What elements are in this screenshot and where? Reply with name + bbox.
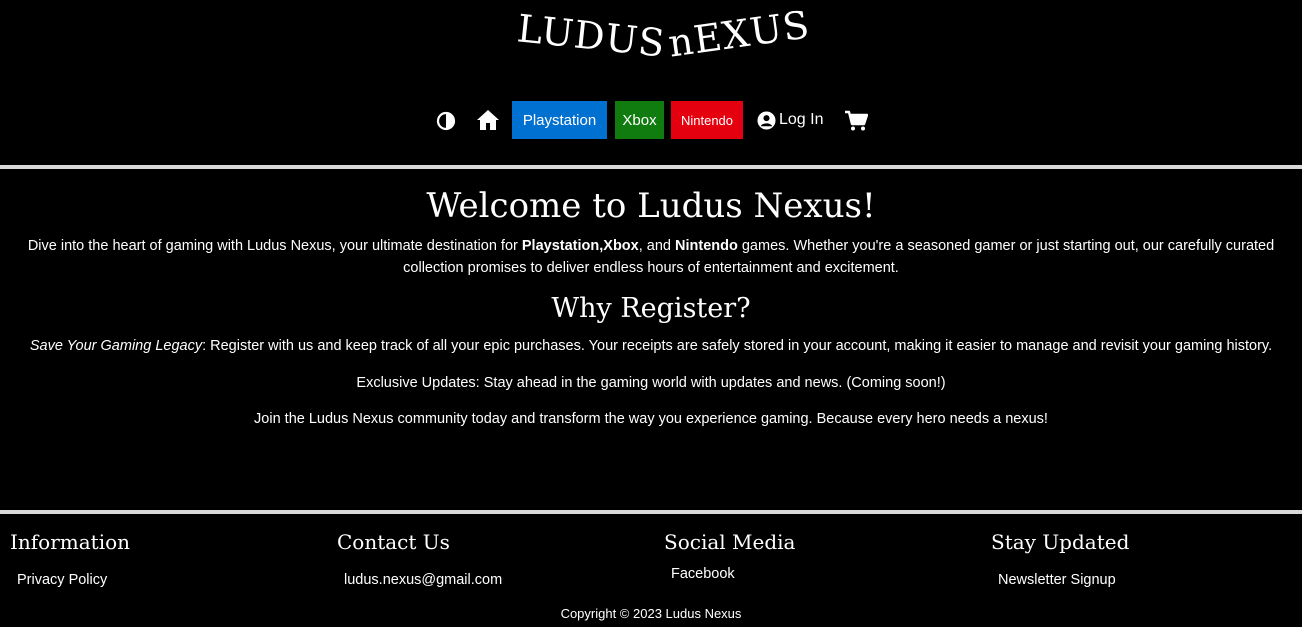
legacy-emphasis: Save Your Gaming Legacy xyxy=(29,338,203,354)
facebook-link[interactable]: Facebook xyxy=(671,564,795,584)
community-paragraph: Join the Ludus Nexus community today and… xyxy=(254,411,1048,427)
logo-word-ludus: LUDUS xyxy=(515,6,668,66)
login-label: Log In xyxy=(779,111,824,128)
contrast-toggle-icon[interactable] xyxy=(436,111,456,131)
information-heading: Information xyxy=(10,530,131,554)
home-icon[interactable] xyxy=(476,109,500,131)
nintendo-button[interactable]: Nintendo xyxy=(671,101,743,139)
updates-paragraph: Exclusive Updates: Stay ahead in the gam… xyxy=(356,375,946,391)
intro-playstation: Playstation xyxy=(521,238,600,254)
social-heading: Social Media xyxy=(664,530,796,554)
cart-icon[interactable] xyxy=(844,110,868,132)
intro-and: , and xyxy=(638,238,676,254)
intro-paragraph: Dive into the heart of gaming with Ludus… xyxy=(6,235,1296,279)
xbox-button[interactable]: Xbox xyxy=(615,101,664,139)
intro-nintendo: Nintendo xyxy=(675,238,738,254)
intro-xbox: Xbox xyxy=(603,238,639,254)
main-nav: Playstation Xbox Nintendo Log In xyxy=(0,101,1302,141)
footer-updates: Stay Updated Newsletter Signup xyxy=(991,528,1129,590)
newsletter-link[interactable]: Newsletter Signup xyxy=(998,570,1129,590)
footer-social: Social Media Facebook xyxy=(664,528,795,584)
logo-word-nexus: nEXUS xyxy=(665,2,813,66)
playstation-button[interactable]: Playstation xyxy=(512,101,607,139)
email-link[interactable]: ludus.nexus@gmail.com xyxy=(344,570,502,590)
page: LUDUS nEXUS Playstation Xbox Nintendo Lo… xyxy=(0,0,1302,627)
why-register-heading: Why Register? xyxy=(551,293,751,324)
copyright-text: Copyright © 2023 Ludus Nexus xyxy=(560,606,742,621)
page-title: Welcome to Ludus Nexus! xyxy=(426,186,876,226)
user-circle-icon xyxy=(757,110,776,130)
legacy-paragraph: Save Your Gaming Legacy: Register with u… xyxy=(0,335,1302,357)
footer-contact: Contact Us ludus.nexus@gmail.com xyxy=(337,528,502,590)
contact-heading: Contact Us xyxy=(337,530,450,554)
site-logo[interactable]: LUDUS nEXUS xyxy=(0,2,1302,68)
stay-updated-heading: Stay Updated xyxy=(991,530,1130,554)
login-link[interactable]: Log In xyxy=(757,109,823,131)
legacy-text: : Register with us and keep track of all… xyxy=(202,338,1273,354)
privacy-policy-link[interactable]: Privacy Policy xyxy=(17,570,130,590)
footer-divider xyxy=(0,510,1302,514)
footer-information: Information Privacy Policy xyxy=(10,528,130,590)
header-divider xyxy=(0,165,1302,169)
intro-text-start: Dive into the heart of gaming with Ludus… xyxy=(27,238,522,254)
